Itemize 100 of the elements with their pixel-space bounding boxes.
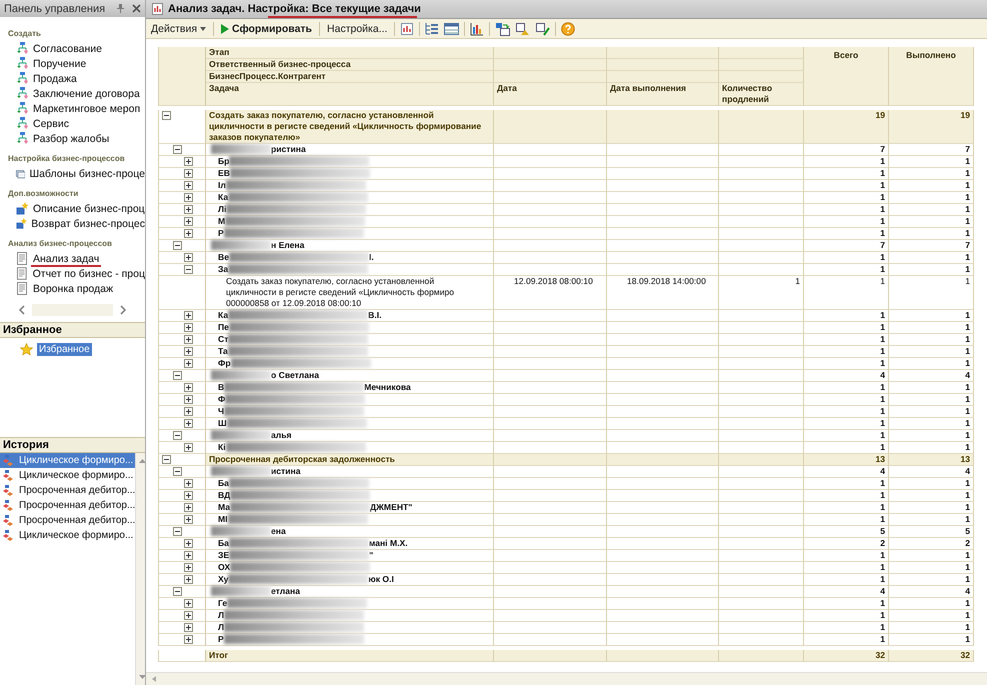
- total-cell: 1: [804, 550, 889, 562]
- close-icon[interactable]: [132, 4, 141, 13]
- expand-toggle[interactable]: [184, 359, 193, 368]
- collapse-toggle[interactable]: [173, 145, 182, 154]
- collapse-toggle[interactable]: [173, 431, 182, 440]
- expand-toggle[interactable]: [184, 205, 193, 214]
- total-cell: 1: [804, 358, 889, 370]
- tree-list-icon[interactable]: [425, 22, 440, 36]
- scroll-right-icon[interactable]: [119, 305, 127, 315]
- total-cell: 32: [804, 650, 889, 662]
- expand-toggle[interactable]: [184, 311, 193, 320]
- panel-link[interactable]: Анализ задач: [33, 252, 100, 264]
- underline-mark: [31, 264, 102, 266]
- settings-button[interactable]: Настройка...: [325, 22, 390, 34]
- panel-link[interactable]: Возврат бизнес-процес: [31, 218, 145, 230]
- expand-toggle[interactable]: [184, 491, 193, 500]
- play-icon: [221, 24, 230, 34]
- panel-link[interactable]: Отчет по бизнес - проц: [32, 268, 145, 280]
- expand-toggle[interactable]: [184, 181, 193, 190]
- expand-toggle[interactable]: [184, 217, 193, 226]
- collapse-toggle[interactable]: [173, 467, 182, 476]
- pin-icon[interactable]: [117, 4, 124, 13]
- expand-toggle[interactable]: [184, 479, 193, 488]
- panel-link[interactable]: Продажа: [33, 72, 77, 84]
- actions-menu-button[interactable]: Действия: [149, 22, 208, 34]
- expand-toggle[interactable]: [184, 335, 193, 344]
- history-item[interactable]: Просроченная дебитор...: [0, 498, 136, 513]
- column-header: БизнесПроцесс.Контрагент: [206, 71, 494, 83]
- done-cell: 4: [889, 586, 974, 598]
- favorite-item[interactable]: Избранное: [37, 343, 92, 356]
- done-cell: 1: [889, 478, 974, 490]
- panel-link[interactable]: Воронка продаж: [33, 282, 114, 294]
- collapse-toggle[interactable]: [162, 111, 171, 120]
- table-icon[interactable]: [444, 22, 460, 36]
- expand-toggle[interactable]: [184, 635, 193, 644]
- collapse-toggle[interactable]: [173, 241, 182, 250]
- expand-toggle[interactable]: [184, 169, 193, 178]
- column-header: Задача: [206, 83, 494, 106]
- panel-link[interactable]: Согласование: [33, 42, 102, 54]
- collapse-toggle[interactable]: [173, 371, 182, 380]
- row-label: Ка: [218, 310, 228, 320]
- row-label: Просроченная дебиторская задолженность: [209, 454, 395, 464]
- panel-link[interactable]: Шаблоны бизнес-проце: [29, 168, 145, 180]
- expand-toggle[interactable]: [184, 539, 193, 548]
- expand-toggle[interactable]: [184, 575, 193, 584]
- row-label: Кі: [218, 442, 226, 452]
- total-cell: 1: [804, 562, 889, 574]
- done-cell: 1: [889, 502, 974, 514]
- expand-toggle[interactable]: [184, 599, 193, 608]
- chart-report-icon[interactable]: [400, 22, 414, 36]
- panel-link[interactable]: Сервис: [33, 118, 69, 130]
- panel-link[interactable]: Разбор жалобы: [33, 132, 110, 144]
- collapse-toggle[interactable]: [173, 527, 182, 536]
- expand-toggle[interactable]: [184, 515, 193, 524]
- expand-toggle[interactable]: [184, 253, 193, 262]
- collapse-toggle[interactable]: [184, 265, 193, 274]
- expand-toggle[interactable]: [184, 383, 193, 392]
- history-heading: История: [0, 437, 145, 453]
- generate-button[interactable]: Сформировать: [219, 22, 314, 34]
- panel-link[interactable]: Маркетинговое мероп: [33, 102, 140, 114]
- expand-toggle[interactable]: [184, 563, 193, 572]
- expand-toggle[interactable]: [184, 193, 193, 202]
- process-flow-icon: [16, 102, 29, 115]
- help-icon[interactable]: [561, 22, 576, 36]
- row-label: Ст: [218, 334, 228, 344]
- expand-toggle[interactable]: [184, 395, 193, 404]
- total-cell: 1: [804, 346, 889, 358]
- expand-toggle[interactable]: [184, 551, 193, 560]
- expand-toggle[interactable]: [184, 623, 193, 632]
- history-item[interactable]: Просроченная дебитор...: [0, 483, 136, 498]
- star-icon: [20, 343, 33, 356]
- panel-link[interactable]: Описание бизнес-проц: [33, 202, 145, 214]
- total-cell: 4: [804, 466, 889, 478]
- collapse-toggle[interactable]: [173, 587, 182, 596]
- expand-toggle[interactable]: [184, 503, 193, 512]
- total-cell: 19: [804, 110, 889, 144]
- panel-link[interactable]: Поручение: [33, 58, 86, 70]
- history-item[interactable]: Циклическое формиро...: [0, 528, 136, 543]
- scroll-left-icon[interactable]: [18, 305, 26, 315]
- expand-toggle[interactable]: [184, 229, 193, 238]
- total-cell: 1: [804, 216, 889, 228]
- expand-toggle[interactable]: [184, 323, 193, 332]
- total-cell: 1: [804, 252, 889, 264]
- panel-link[interactable]: Заключение договора: [33, 88, 140, 100]
- total-cell: 1: [804, 322, 889, 334]
- total-cell: 13: [804, 454, 889, 466]
- scrollbar[interactable]: [146, 672, 987, 685]
- expand-toggle[interactable]: [184, 443, 193, 452]
- expand-toggle[interactable]: [184, 407, 193, 416]
- history-item[interactable]: Просроченная дебитор...: [0, 513, 136, 528]
- scrollbar-track[interactable]: [32, 304, 113, 316]
- history-item[interactable]: Циклическое формиро...: [0, 453, 136, 468]
- expand-toggle[interactable]: [184, 347, 193, 356]
- bar-chart-icon[interactable]: [470, 22, 484, 36]
- history-item[interactable]: Циклическое формиро...: [0, 468, 136, 483]
- expand-toggle[interactable]: [184, 611, 193, 620]
- export-table-icon[interactable]: [495, 22, 510, 36]
- collapse-toggle[interactable]: [162, 455, 171, 464]
- expand-toggle[interactable]: [184, 419, 193, 428]
- expand-toggle[interactable]: [184, 157, 193, 166]
